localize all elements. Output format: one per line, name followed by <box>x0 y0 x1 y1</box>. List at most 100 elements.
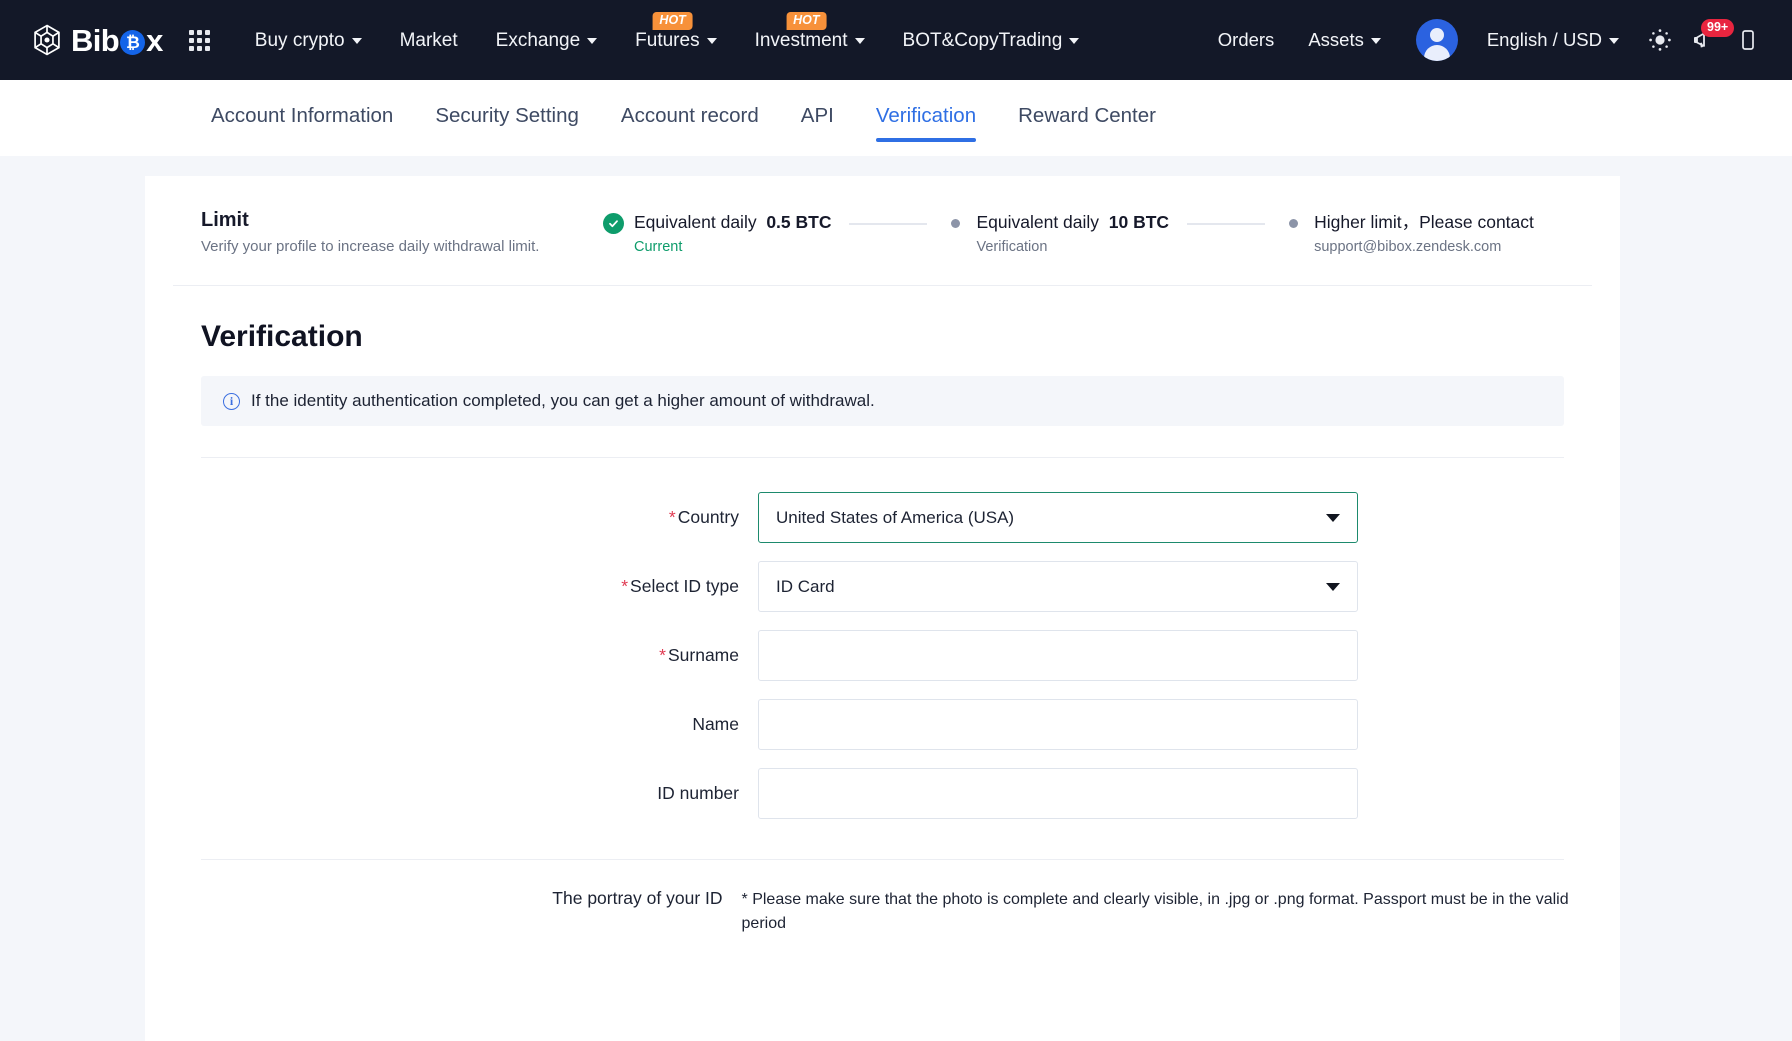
language-label: English / USD <box>1487 31 1602 50</box>
step-text: Higher limit，Please contact support@bibo… <box>1314 211 1534 257</box>
main-nav-links: Buy crypto Market Exchange HOT Futures H… <box>236 31 1099 50</box>
mobile-app-button[interactable] <box>1728 20 1768 60</box>
label-text: Country <box>678 507 739 527</box>
id-number-field-wrap[interactable] <box>758 768 1358 819</box>
portray-label: The portray of your ID <box>173 888 742 909</box>
name-field-wrap[interactable] <box>758 699 1358 750</box>
id-type-select[interactable]: ID Card <box>758 561 1358 612</box>
grid-cell <box>205 38 210 43</box>
step-value: 10 BTC <box>1109 212 1169 232</box>
grid-apps-icon[interactable] <box>189 30 210 51</box>
nav-item-investment[interactable]: HOT Investment <box>736 31 884 50</box>
chevron-down-icon <box>707 38 717 44</box>
step-marker <box>603 211 624 234</box>
support-email[interactable]: support@bibox.zendesk.com <box>1314 238 1534 258</box>
id-type-label: *Select ID type <box>173 576 758 597</box>
surname-label: *Surname <box>173 645 758 666</box>
grid-cell <box>197 38 202 43</box>
tab-account-record[interactable]: Account record <box>600 104 780 150</box>
step-label: Equivalent daily <box>634 212 757 232</box>
step-marker <box>1283 211 1304 228</box>
field-row-country: *Country United States of America (USA) <box>173 492 1592 543</box>
limit-subtitle: Verify your profile to increase daily wi… <box>201 238 603 255</box>
nav-label: Futures <box>635 31 699 50</box>
limit-title: Limit <box>201 209 603 232</box>
announcements-button[interactable]: 99+ <box>1684 20 1724 60</box>
id-number-label: ID number <box>173 783 758 804</box>
tab-label: Verification <box>876 104 976 127</box>
field-row-name: Name <box>173 699 1592 750</box>
label-text: Surname <box>668 645 739 665</box>
bibox-hex-logo-icon <box>30 23 64 57</box>
label-text: Name <box>692 714 739 734</box>
limit-step-higher: Higher limit，Please contact support@bibo… <box>1283 211 1534 257</box>
country-select[interactable]: United States of America (USA) <box>758 492 1358 543</box>
tab-label: Account Information <box>211 104 393 127</box>
grid-cell <box>205 46 210 51</box>
tab-label: Security Setting <box>435 104 579 127</box>
nav-item-futures[interactable]: HOT Futures <box>616 31 735 50</box>
language-currency-selector[interactable]: English / USD <box>1470 31 1636 50</box>
mobile-phone-icon <box>1736 28 1760 52</box>
nav-label: Market <box>400 31 458 50</box>
verification-card: Limit Verify your profile to increase da… <box>145 176 1620 1041</box>
nav-item-buy-crypto[interactable]: Buy crypto <box>236 31 381 50</box>
chevron-down-icon <box>587 38 597 44</box>
tab-reward-center[interactable]: Reward Center <box>997 104 1177 150</box>
field-row-id-type: *Select ID type ID Card <box>173 561 1592 612</box>
info-circle-icon: i <box>223 393 240 410</box>
surname-input[interactable] <box>776 646 1340 666</box>
nav-item-assets[interactable]: Assets <box>1291 31 1398 50</box>
field-row-surname: *Surname <box>173 630 1592 681</box>
nav-label: Buy crypto <box>255 31 345 50</box>
hot-badge: HOT <box>786 12 826 30</box>
label-text: Select ID type <box>630 576 739 596</box>
id-number-input[interactable] <box>776 784 1340 804</box>
account-tabs: Account Information Security Setting Acc… <box>0 80 1792 156</box>
nav-label: Assets <box>1308 31 1364 50</box>
tab-label: Account record <box>621 104 759 127</box>
limit-stepper: Equivalent daily 0.5 BTC Current Equival… <box>603 209 1592 257</box>
nav-item-orders[interactable]: Orders <box>1201 31 1292 50</box>
nav-item-market[interactable]: Market <box>381 31 477 50</box>
required-asterisk: * <box>669 507 676 527</box>
chevron-down-icon <box>1069 38 1079 44</box>
required-asterisk: * <box>659 645 666 665</box>
chevron-down-icon <box>1371 38 1381 44</box>
avatar[interactable] <box>1416 19 1458 61</box>
limit-step-current: Equivalent daily 0.5 BTC Current <box>603 211 831 257</box>
tab-verification[interactable]: Verification <box>855 104 997 150</box>
surname-field-wrap[interactable] <box>758 630 1358 681</box>
nav-item-bot-copytrading[interactable]: BOT&CopyTrading <box>884 31 1099 50</box>
dot-icon <box>951 219 960 228</box>
limit-text-block: Limit Verify your profile to increase da… <box>173 209 603 255</box>
nav-label: Exchange <box>496 31 581 50</box>
tab-account-information[interactable]: Account Information <box>190 104 414 150</box>
chevron-down-icon <box>352 38 362 44</box>
grid-cell <box>197 30 202 35</box>
name-input[interactable] <box>776 715 1340 735</box>
bibox-logo[interactable]: Bib₿x <box>30 23 163 57</box>
tab-security-setting[interactable]: Security Setting <box>414 104 600 150</box>
step-connector-line <box>1187 223 1265 225</box>
chevron-down-icon <box>1326 514 1340 522</box>
tab-label: Reward Center <box>1018 104 1156 127</box>
label-text: ID number <box>657 783 739 803</box>
nav-label: BOT&CopyTrading <box>903 31 1063 50</box>
nav-item-exchange[interactable]: Exchange <box>477 31 617 50</box>
id-type-value: ID Card <box>776 577 835 597</box>
grid-cell <box>189 38 194 43</box>
chevron-down-icon <box>1609 38 1619 44</box>
higher-limit-text: Higher limit，Please contact <box>1314 211 1534 235</box>
info-notice-banner: i If the identity authentication complet… <box>201 376 1564 426</box>
sun-brightness-icon <box>1647 27 1673 53</box>
dot-icon <box>1289 219 1298 228</box>
step-connector-line <box>849 223 927 225</box>
grid-cell <box>189 30 194 35</box>
brand-wordmark: Bib₿x <box>71 25 163 56</box>
verification-form: *Country United States of America (USA) … <box>173 458 1592 819</box>
theme-toggle-button[interactable] <box>1640 20 1680 60</box>
step-sub: Current <box>634 238 831 258</box>
hot-badge: HOT <box>652 12 692 30</box>
tab-api[interactable]: API <box>780 104 855 150</box>
